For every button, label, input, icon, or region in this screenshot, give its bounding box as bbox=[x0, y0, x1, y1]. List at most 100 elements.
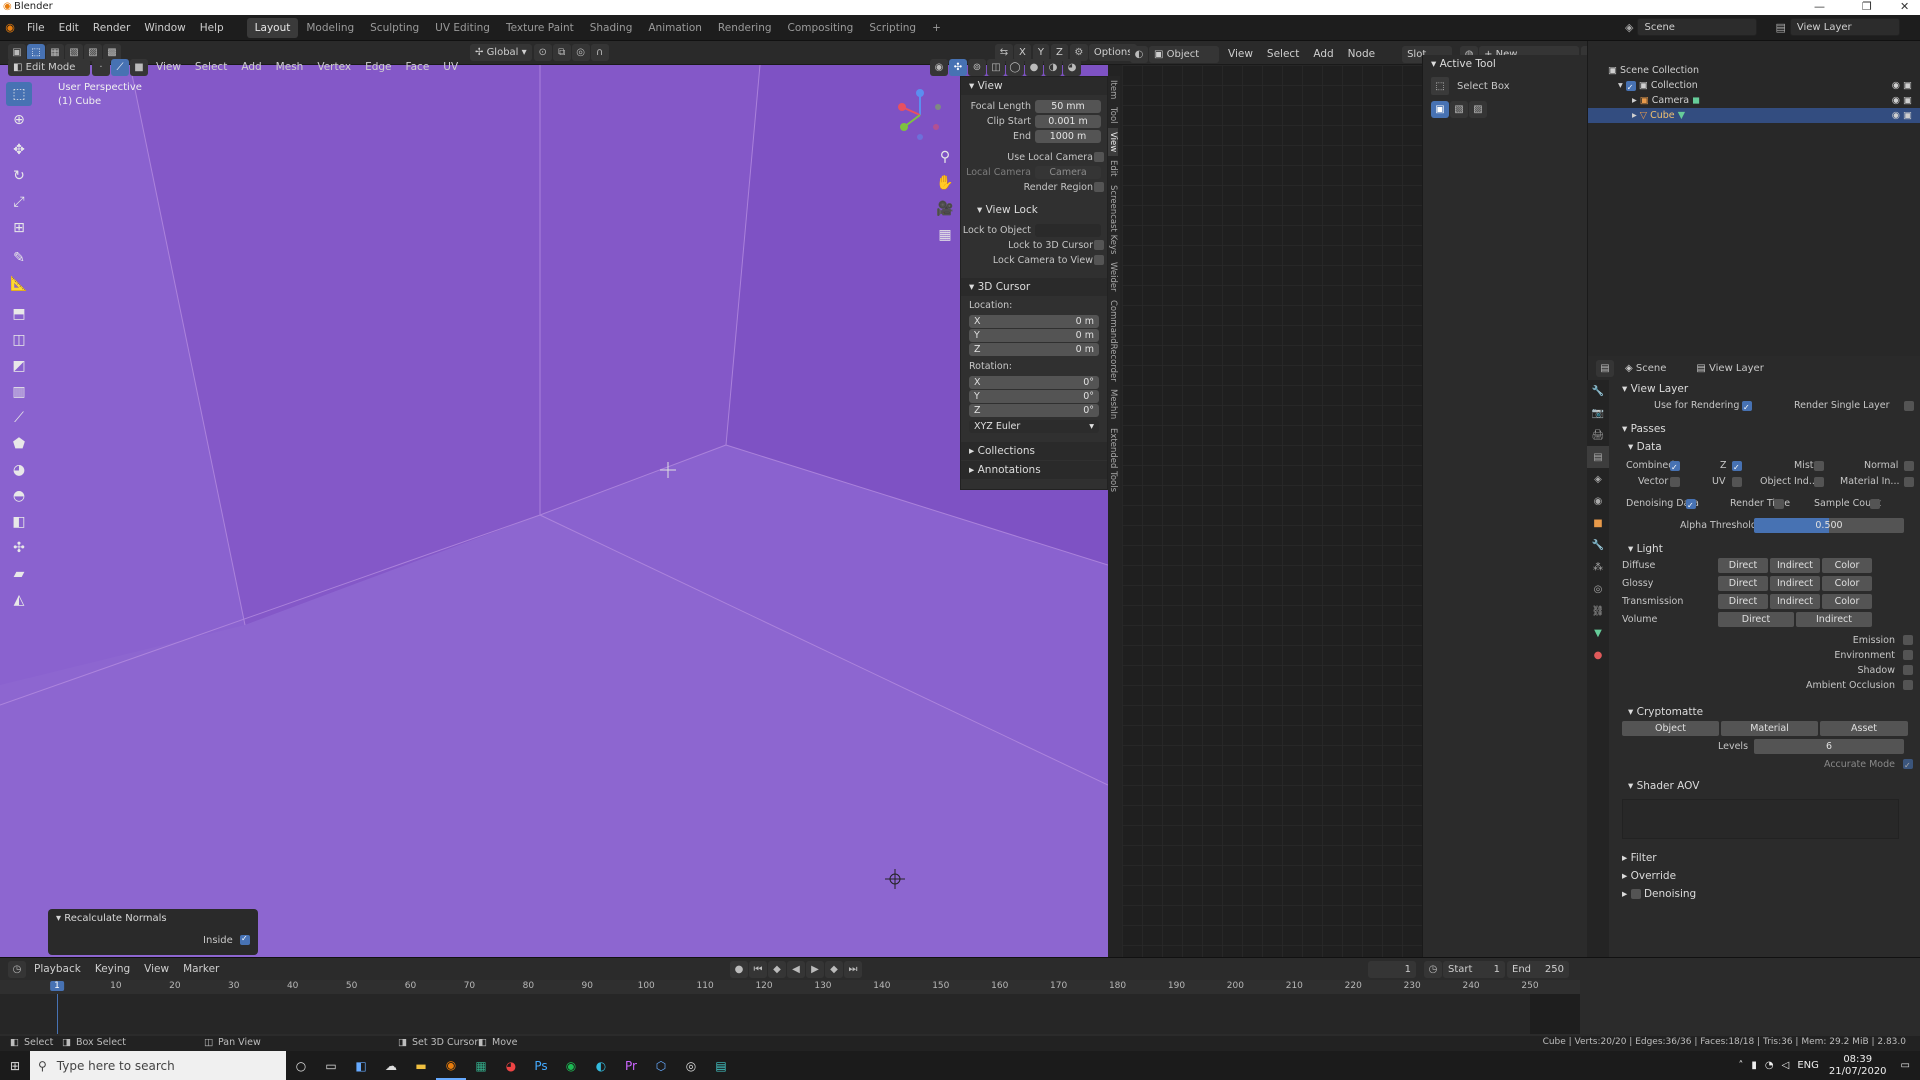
tray-language[interactable]: ENG bbox=[1797, 1060, 1819, 1071]
glossy-color-toggle[interactable]: Color bbox=[1822, 576, 1872, 591]
tab-rendering[interactable]: Rendering bbox=[710, 18, 780, 38]
tab-weider[interactable]: Weider bbox=[1108, 258, 1118, 296]
jump-end-icon[interactable]: ⏭ bbox=[844, 961, 862, 978]
clip-start-field[interactable]: 0.001 m bbox=[1035, 115, 1101, 128]
camera-view-icon[interactable]: 🎥 bbox=[932, 197, 958, 221]
volume-indirect-toggle[interactable]: Indirect bbox=[1796, 612, 1872, 627]
3d-cursor-section-header[interactable]: ▾ 3D Cursor bbox=[961, 278, 1107, 296]
lock-camera-checkbox[interactable] bbox=[1094, 255, 1104, 265]
menu-edit[interactable]: Edit bbox=[52, 18, 86, 38]
spotify-icon[interactable]: ◉ bbox=[556, 1051, 586, 1080]
wireframe-shading-icon[interactable]: ◯ bbox=[1006, 58, 1024, 76]
minimize-icon[interactable]: — bbox=[1814, 0, 1825, 13]
output-tab-icon[interactable]: 🖨 bbox=[1587, 424, 1609, 446]
tab-sculpting[interactable]: Sculpting bbox=[362, 18, 427, 38]
frame-ruler[interactable]: 1 10 20 30 40 50 60 70 80 90 100 110 120 130 140 150 160… bbox=[0, 980, 1580, 994]
active-tool-header[interactable]: ▾ Active Tool bbox=[1423, 55, 1587, 73]
render-region-checkbox[interactable] bbox=[1094, 182, 1104, 192]
local-camera-field[interactable]: Camera bbox=[1035, 166, 1101, 179]
view-layer-breadcrumb[interactable]: ▤ View Layer bbox=[1696, 363, 1763, 374]
start-frame-field[interactable]: Start 1 bbox=[1443, 961, 1505, 978]
light-subpanel-header[interactable]: ▾ Light bbox=[1614, 540, 1920, 558]
world-tab-icon[interactable]: ◉ bbox=[1587, 490, 1609, 512]
tab-compositing[interactable]: Compositing bbox=[780, 18, 862, 38]
pan-hand-icon[interactable]: ✋ bbox=[932, 171, 958, 195]
edge-icon[interactable]: ◐ bbox=[586, 1051, 616, 1080]
app-cube-icon[interactable]: ⬡ bbox=[646, 1051, 676, 1080]
file-explorer-icon[interactable]: ▬ bbox=[406, 1051, 436, 1080]
maximize-icon[interactable]: ❐ bbox=[1862, 0, 1872, 13]
cortana-icon[interactable]: ○ bbox=[286, 1051, 316, 1080]
cloud-app-icon[interactable]: ☁ bbox=[376, 1051, 406, 1080]
timeline-menu-playback[interactable]: Playback bbox=[27, 959, 88, 979]
mode-set-icon[interactable]: ▣ bbox=[1431, 101, 1449, 118]
snap-icon[interactable]: ⧉ bbox=[552, 44, 571, 61]
shader-aov-list[interactable] bbox=[1622, 799, 1899, 839]
diffuse-indirect-toggle[interactable]: Indirect bbox=[1770, 558, 1820, 573]
mode-extend-icon[interactable]: ▧ bbox=[1450, 101, 1468, 118]
vp-menu-face[interactable]: Face bbox=[399, 57, 437, 77]
tool-tab-icon[interactable]: 🔧 bbox=[1587, 380, 1609, 402]
shear-tool-icon[interactable]: ▰ bbox=[6, 562, 32, 586]
outliner-row-collection[interactable]: ▾ ▣ Collection ◉ ▣ bbox=[1588, 78, 1920, 95]
tab-command-recorder[interactable]: CommandRecorder bbox=[1108, 296, 1118, 386]
play-icon[interactable]: ▶ bbox=[806, 961, 824, 978]
sample-count-checkbox[interactable] bbox=[1870, 499, 1880, 509]
scene-breadcrumb[interactable]: ◈ Scene bbox=[1625, 363, 1666, 374]
vp-menu-uv[interactable]: UV bbox=[436, 57, 465, 77]
override-panel-header[interactable]: ▸ Override bbox=[1614, 867, 1920, 885]
falloff-icon[interactable]: ∩ bbox=[590, 44, 609, 61]
tab-layout[interactable]: Layout bbox=[246, 17, 299, 38]
inset-tool-icon[interactable]: ◫ bbox=[6, 328, 32, 352]
tab-uv-editing[interactable]: UV Editing bbox=[427, 18, 498, 38]
scene-tab-icon[interactable]: ◈ bbox=[1587, 468, 1609, 490]
overlay-icon[interactable]: ⊚ bbox=[968, 58, 986, 76]
select-box-tool-icon[interactable]: ⬚ bbox=[6, 82, 32, 106]
record-icon[interactable]: ● bbox=[730, 961, 748, 978]
tab-meshin[interactable]: MeshIn bbox=[1108, 385, 1118, 423]
extrude-tool-icon[interactable]: ⬒ bbox=[6, 302, 32, 326]
passes-panel-header[interactable]: ▾ Passes bbox=[1614, 420, 1920, 438]
vp-menu-mesh[interactable]: Mesh bbox=[269, 57, 311, 77]
cursor-loc-y-field[interactable]: Y0 m bbox=[969, 329, 1099, 342]
vector-checkbox[interactable] bbox=[1670, 477, 1680, 487]
node-menu-node[interactable]: Node bbox=[1341, 44, 1382, 64]
calculator-icon[interactable]: ▦ bbox=[466, 1051, 496, 1080]
environment-checkbox[interactable] bbox=[1903, 650, 1913, 660]
end-frame-field[interactable]: End 250 bbox=[1507, 961, 1569, 978]
tab-scripting[interactable]: Scripting bbox=[861, 18, 924, 38]
app-sheet-icon[interactable]: ▤ bbox=[706, 1051, 736, 1080]
lock-3d-cursor-checkbox[interactable] bbox=[1094, 240, 1104, 250]
tray-mic-icon[interactable]: ▮ bbox=[1751, 1060, 1757, 1071]
cursor-rot-y-field[interactable]: Y 0° bbox=[969, 390, 1099, 403]
timeline-type-icon[interactable]: ◷ bbox=[8, 960, 26, 978]
blender-taskbar-icon[interactable]: ◉ bbox=[436, 1051, 466, 1080]
add-workspace-icon[interactable]: + bbox=[924, 18, 949, 38]
proportional-edit-icon[interactable]: ◎ bbox=[571, 44, 590, 61]
edge-slide-tool-icon[interactable]: ◧ bbox=[6, 510, 32, 534]
uv-checkbox[interactable] bbox=[1732, 477, 1742, 487]
redo-panel[interactable]: ▾ Recalculate Normals Inside bbox=[48, 909, 258, 955]
measure-tool-icon[interactable]: 📐 bbox=[6, 272, 32, 296]
view-layer-selector[interactable]: View Layer bbox=[1789, 18, 1900, 36]
modifier-tab-icon[interactable]: 🔧 bbox=[1587, 534, 1609, 556]
view-section-header[interactable]: ▾ View bbox=[961, 77, 1107, 95]
transmission-direct-toggle[interactable]: Direct bbox=[1718, 594, 1768, 609]
smooth-tool-icon[interactable]: ◓ bbox=[6, 484, 32, 508]
edge-select-icon[interactable]: ⟋ bbox=[111, 58, 129, 76]
chrome-icon[interactable]: ◕ bbox=[496, 1051, 526, 1080]
visibility-eye-icon[interactable]: ◉ ▣ bbox=[1892, 78, 1912, 93]
timeline-menu-keying[interactable]: Keying bbox=[88, 959, 137, 979]
rip-tool-icon[interactable]: ◭ bbox=[6, 588, 32, 612]
material-tab-icon[interactable]: ● bbox=[1587, 644, 1609, 666]
particles-tab-icon[interactable]: ⁂ bbox=[1587, 556, 1609, 578]
data-tab-icon[interactable]: ▼ bbox=[1587, 622, 1609, 644]
menu-file[interactable]: File bbox=[20, 18, 52, 38]
current-frame-field[interactable]: 1 bbox=[1368, 961, 1416, 978]
z-checkbox[interactable] bbox=[1732, 460, 1742, 475]
collection-checkbox[interactable] bbox=[1625, 80, 1636, 95]
view-layer-panel-header[interactable]: ▾ View Layer bbox=[1614, 380, 1920, 398]
clip-end-field[interactable]: 1000 m bbox=[1035, 130, 1101, 143]
navigation-gizmo[interactable] bbox=[890, 85, 950, 145]
vp-menu-vertex[interactable]: Vertex bbox=[310, 57, 358, 77]
